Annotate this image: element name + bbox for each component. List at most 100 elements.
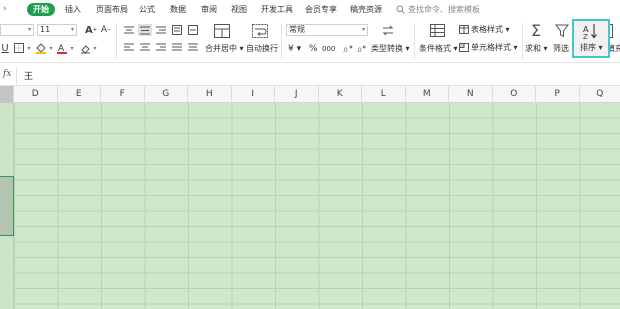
tab-member[interactable]: 会员专享 (305, 3, 337, 16)
align-right-icon[interactable] (154, 41, 168, 53)
orientation-icon[interactable] (186, 24, 200, 36)
number-format-select[interactable]: 常规 ▾ (286, 24, 368, 36)
column-header[interactable]: E (58, 86, 101, 103)
svg-text:Z: Z (583, 33, 588, 39)
font-color-icon[interactable]: A (55, 41, 69, 55)
underline-icon[interactable]: U (0, 41, 10, 55)
font-size-value: 11 (40, 25, 51, 34)
formula-bar: fx 王 (0, 65, 620, 86)
table-style-icon[interactable] (458, 24, 470, 35)
search-placeholder: 查找命令、搜索模板 (408, 5, 480, 14)
align-left-icon[interactable] (122, 41, 136, 53)
column-header[interactable]: F (101, 86, 145, 103)
column-header[interactable]: K (319, 86, 362, 103)
clear-format-icon[interactable] (78, 41, 92, 55)
sort-label-wrap: 排序 ▾ (580, 43, 603, 52)
sum-icon[interactable]: Σ (528, 20, 544, 40)
font-size-select[interactable]: 11 ▾ (37, 24, 77, 36)
type-convert-icon[interactable] (378, 22, 398, 39)
align-middle-icon[interactable] (138, 24, 152, 36)
percent-icon: % (309, 44, 318, 54)
fill-color-dropdown-icon[interactable]: ▾ (48, 41, 54, 55)
font-name-select[interactable]: ▾ (0, 24, 34, 36)
formula-separator (16, 67, 17, 84)
decrease-decimal-icon[interactable]: .0 (355, 43, 367, 55)
tab-formulas[interactable]: 公式 (139, 3, 155, 16)
wrap-text-icon[interactable] (250, 22, 270, 39)
increase-decimal-icon[interactable]: .0 (341, 43, 353, 55)
type-convert-label: 类型转换 (371, 44, 403, 53)
tab-review[interactable]: 审阅 (201, 3, 217, 16)
svg-text:.0: .0 (342, 47, 348, 54)
thousands-button[interactable]: 000 (322, 44, 335, 54)
align-bottom-icon[interactable] (154, 24, 168, 36)
ribbon-separator (414, 23, 415, 59)
filter-label: 筛选 (553, 44, 569, 53)
tab-page-layout[interactable]: 页面布局 (96, 3, 128, 16)
conditional-format-icon[interactable] (427, 22, 447, 39)
column-header[interactable]: M (406, 86, 449, 103)
currency-button[interactable]: ¥ ▾ (288, 44, 301, 54)
column-header[interactable]: L (362, 86, 406, 103)
border-icon[interactable] (12, 41, 26, 55)
svg-text:.0: .0 (356, 47, 362, 54)
column-header[interactable]: G (145, 86, 188, 103)
ribbon-separator (522, 23, 523, 59)
tab-data[interactable]: 数据 (170, 3, 186, 16)
wrap-text-label: 自动换行 (246, 44, 278, 53)
distributed-icon[interactable] (186, 41, 200, 53)
sort-button[interactable]: A Z 排序 ▾ (572, 19, 610, 58)
conditional-format-button[interactable]: 条件格式 ▾ (419, 44, 458, 54)
filter-icon[interactable] (553, 22, 571, 39)
menu-bar: › 开始 插入 页面布局 公式 数据 审阅 视图 开发工具 会员专享 稿壳资源 … (0, 0, 620, 19)
sum-label: 求和 (525, 44, 541, 53)
tab-developer[interactable]: 开发工具 (261, 3, 293, 16)
column-header[interactable]: O (493, 86, 536, 103)
formula-input[interactable]: 王 (24, 69, 33, 82)
align-top-icon[interactable] (122, 24, 136, 36)
table-style-button[interactable]: 表格样式 ▾ (471, 25, 510, 35)
tab-resources[interactable]: 稿壳资源 (350, 3, 382, 16)
clear-dropdown-icon[interactable]: ▾ (92, 41, 98, 55)
border-dropdown-icon[interactable]: ▾ (26, 41, 32, 55)
sort-label: 排序 (580, 43, 596, 52)
column-header-selected[interactable] (0, 86, 14, 103)
merge-center-button[interactable]: 合并居中 ▾ (205, 44, 244, 54)
search-icon (396, 5, 405, 14)
text-direction-icon[interactable] (170, 24, 184, 36)
table-style-label: 表格样式 (471, 25, 503, 34)
type-convert-button[interactable]: 类型转换 ▾ (371, 44, 410, 54)
cell-style-icon[interactable] (458, 42, 470, 53)
sum-symbol: Σ (530, 20, 542, 40)
sum-button[interactable]: 求和 ▾ (525, 44, 548, 54)
selected-cell-range[interactable] (0, 176, 14, 236)
wrap-text-button[interactable]: 自动换行 (246, 44, 278, 54)
column-header[interactable]: J (275, 86, 319, 103)
font-grow-icon[interactable]: A + (84, 24, 98, 36)
command-search[interactable]: 查找命令、搜索模板 (396, 3, 480, 16)
tab-view[interactable]: 视图 (231, 3, 247, 16)
fx-icon[interactable]: fx (3, 69, 11, 79)
column-header[interactable]: I (232, 86, 275, 103)
column-header[interactable]: H (188, 86, 232, 103)
tab-home[interactable]: 开始 (27, 3, 55, 16)
column-header[interactable]: P (536, 86, 580, 103)
justify-icon[interactable] (170, 41, 184, 53)
fill-color-icon[interactable] (34, 41, 48, 55)
column-header[interactable]: D (14, 86, 58, 103)
filter-button[interactable]: 筛选 (553, 44, 569, 54)
align-center-icon[interactable] (138, 41, 152, 53)
font-color-dropdown-icon[interactable]: ▾ (69, 41, 75, 55)
ribbon-separator (281, 23, 282, 59)
cell-style-button[interactable]: 单元格样式 ▾ (471, 43, 518, 53)
font-shrink-icon[interactable]: A − (100, 24, 112, 36)
number-format-value: 常规 (289, 25, 305, 34)
column-header[interactable]: Q (580, 86, 620, 103)
merge-center-icon[interactable] (212, 22, 232, 39)
column-header[interactable]: N (449, 86, 493, 103)
cell-grid[interactable] (0, 103, 620, 309)
cell-style-label: 单元格样式 (471, 43, 511, 52)
percent-button[interactable]: % (309, 44, 318, 54)
menu-overflow-icon[interactable]: › (3, 3, 15, 16)
tab-insert[interactable]: 插入 (65, 3, 81, 16)
